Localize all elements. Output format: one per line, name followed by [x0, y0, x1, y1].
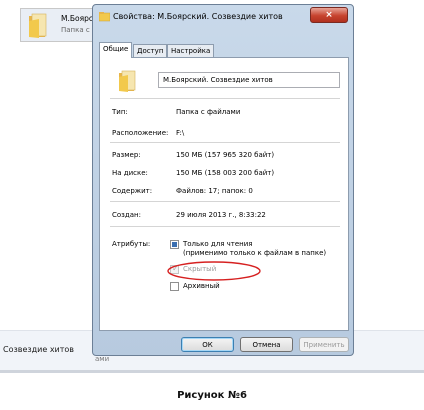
created-value: 29 июля 2013 г., 8:33:22 — [176, 211, 266, 219]
tab-customize[interactable]: Настройка — [167, 44, 215, 57]
divider — [110, 98, 340, 99]
readonly-note: (применимо только к файлам в папке) — [183, 249, 327, 257]
location-value: F:\ — [176, 129, 185, 137]
cancel-button[interactable]: Отмена — [240, 337, 293, 352]
details-folder-name: Созвездие хитов — [3, 345, 75, 354]
created-label: Создан: — [112, 211, 141, 219]
type-label: Тип: — [112, 108, 128, 116]
dialog-titlebar[interactable]: Свойства: М.Боярский. Созвездие хитов × — [93, 5, 353, 29]
archive-checkbox[interactable] — [170, 282, 179, 291]
divider — [110, 226, 340, 227]
size-on-disk-label: На диске: — [112, 169, 148, 177]
folder-name-input[interactable]: М.Боярский. Созвездие хитов — [158, 72, 340, 88]
close-button[interactable]: × — [310, 7, 348, 23]
properties-dialog: Свойства: М.Боярский. Созвездие хитов × … — [92, 4, 354, 356]
divider — [110, 142, 340, 143]
readonly-label: Только для чтения — [183, 240, 253, 248]
tab-sharing[interactable]: Доступ — [133, 44, 168, 57]
folder-icon — [119, 70, 136, 92]
ok-button[interactable]: ОК — [181, 337, 234, 352]
contains-value: Файлов: 17; папок: 0 — [176, 187, 253, 195]
dialog-title: Свойства: М.Боярский. Созвездие хитов — [113, 12, 283, 21]
size-value: 150 МБ (157 965 320 байт) — [176, 151, 275, 159]
explorer-item-type: Папка с — [61, 26, 90, 34]
folder-icon — [99, 12, 110, 22]
details-extra-text-2: ами — [95, 355, 110, 363]
explorer-folder-item[interactable]: М.Боярский Папка с — [20, 8, 107, 42]
archive-label: Архивный — [183, 282, 220, 290]
divider — [110, 201, 340, 202]
general-tab-panel: М.Боярский. Созвездие хитов Тип: Папка с… — [99, 57, 349, 331]
size-on-disk-value: 150 МБ (158 003 200 байт) — [176, 169, 275, 177]
contains-label: Содержит: — [112, 187, 153, 195]
folder-icon — [29, 13, 47, 38]
highlight-ellipse — [167, 261, 261, 281]
figure-caption: Рисунок №6 — [177, 390, 247, 401]
divider — [0, 370, 424, 373]
location-label: Расположение: — [112, 129, 169, 137]
attributes-label: Атрибуты: — [112, 240, 151, 248]
type-value: Папка с файлами — [176, 108, 241, 116]
close-icon: × — [325, 10, 333, 20]
tab-general[interactable]: Общие — [99, 42, 133, 58]
size-label: Размер: — [112, 151, 141, 159]
readonly-checkbox[interactable] — [170, 240, 179, 249]
apply-button[interactable]: Применить — [299, 337, 349, 352]
